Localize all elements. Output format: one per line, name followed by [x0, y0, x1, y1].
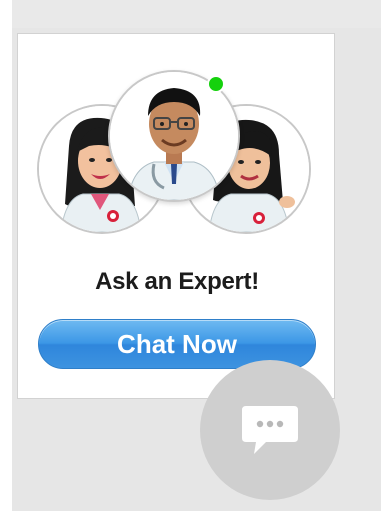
- top-band: [12, 0, 381, 28]
- left-margin: [0, 0, 12, 511]
- chat-bubble-icon: [242, 406, 298, 454]
- ask-expert-card: Ask an Expert! Chat Now: [17, 33, 335, 399]
- ask-expert-heading: Ask an Expert!: [95, 268, 259, 295]
- online-status-dot: [207, 75, 225, 93]
- floating-chat-button[interactable]: [200, 360, 340, 500]
